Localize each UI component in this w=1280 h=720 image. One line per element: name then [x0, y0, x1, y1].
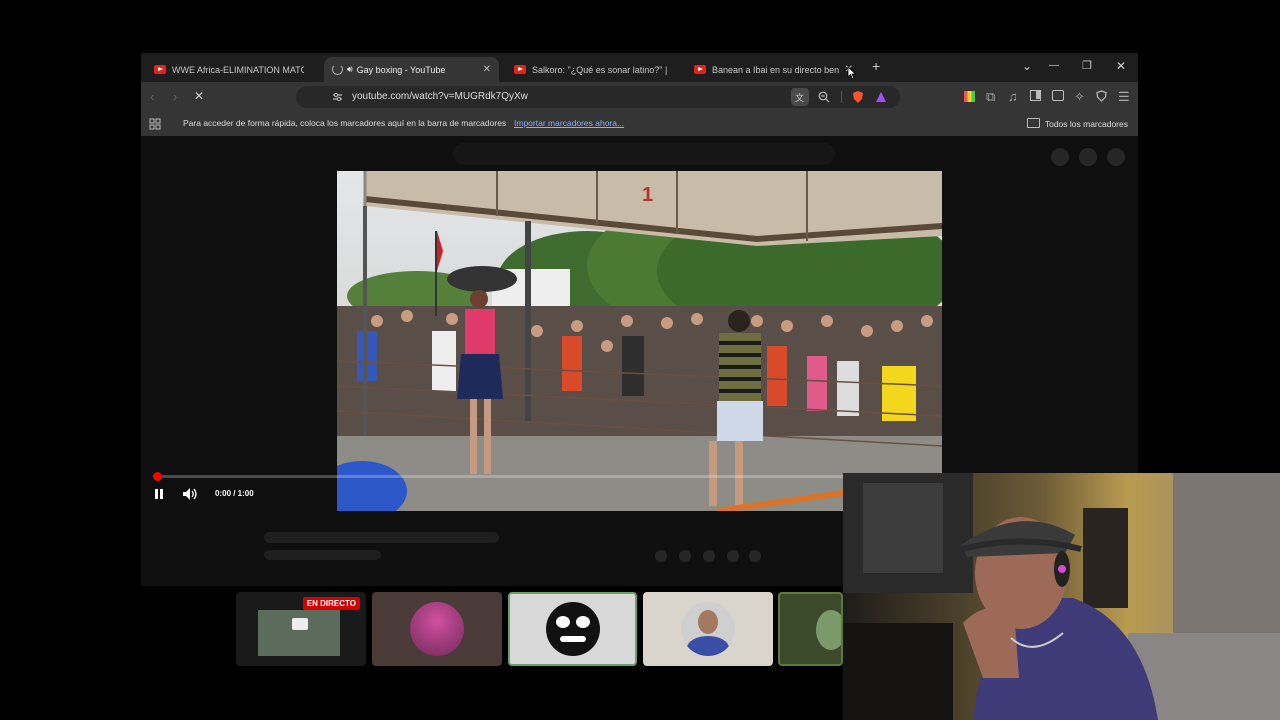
subtitle-skeleton	[264, 550, 381, 560]
tab-strip: WWE Africa-ELIMINATION MATCH 🔊︎ Gay boxi…	[141, 53, 1138, 82]
pause-icon	[155, 489, 158, 499]
tab-wwe-africa[interactable]: WWE Africa-ELIMINATION MATCH	[146, 57, 312, 82]
tab-title: WWE Africa-ELIMINATION MATCH	[172, 64, 304, 75]
all-bookmarks-label: Todos los marcadores	[1044, 119, 1128, 129]
action-dot	[749, 550, 761, 562]
audio-playing-icon[interactable]: 🔊︎	[347, 64, 353, 75]
sidebar-icon[interactable]	[1030, 90, 1041, 101]
action-dot	[727, 550, 739, 562]
tab-title: Salkoro: "¿Qué es sonar latino?" | En	[532, 64, 668, 75]
menu-icon[interactable]: ☰	[1118, 89, 1130, 105]
thumbnail-green[interactable]	[778, 592, 843, 666]
tent-number-sign: 1	[642, 184, 653, 206]
thumbnail-live-stream[interactable]: EN DIRECTO	[236, 592, 366, 666]
close-tab-icon[interactable]: ✕	[483, 64, 491, 75]
folder-icon	[1026, 118, 1040, 128]
loading-spinner-icon	[332, 64, 343, 75]
minimize-button[interactable]: —	[1049, 60, 1059, 71]
address-bar[interactable]: youtube.com/watch?v=MUGRdk7QyXw 文	[296, 86, 900, 108]
mouse-cursor-icon	[847, 66, 857, 80]
avatar	[681, 602, 735, 656]
avatar	[546, 602, 600, 656]
title-skeleton	[264, 532, 499, 543]
tab-salkoro[interactable]: Salkoro: "¿Qué es sonar latino?" | En	[506, 57, 676, 82]
url-text: youtube.com/watch?v=MUGRdk7QyXw	[352, 91, 528, 102]
tab-title: Banean a Ibai en su directo ben	[712, 64, 839, 75]
search-skeleton	[453, 143, 835, 165]
forward-icon[interactable]: ›	[173, 89, 177, 104]
bookmarks-bar: Para acceder de forma rápida, coloca los…	[141, 112, 1138, 136]
header-dot	[1051, 148, 1069, 166]
leo-ai-icon[interactable]: ✧	[1074, 89, 1085, 105]
music-icon[interactable]: ♫	[1008, 89, 1018, 104]
restore-button[interactable]: ❐	[1082, 59, 1092, 72]
video-frame[interactable]: 1	[337, 171, 942, 511]
webcam-feed	[843, 473, 1280, 720]
thumbnail-preview	[258, 610, 340, 656]
tab-gay-boxing[interactable]: 🔊︎ Gay boxing - YouTube ✕	[324, 57, 499, 82]
translate-icon[interactable]: 文	[791, 88, 809, 106]
new-tab-button[interactable]: +	[872, 58, 880, 74]
tab-search-dropdown-icon[interactable]: ⌄	[1022, 59, 1032, 73]
brave-rewards-icon[interactable]	[875, 91, 887, 103]
thumbnail-person-avatar[interactable]	[643, 592, 773, 666]
video-scene: 1	[337, 171, 942, 511]
zoom-icon[interactable]	[818, 91, 830, 103]
thumbnail-joker-avatar[interactable]	[508, 592, 637, 666]
header-dot	[1107, 148, 1125, 166]
live-badge: EN DIRECTO	[302, 597, 360, 610]
thumbnail-pink-avatar[interactable]	[372, 592, 502, 666]
wallet-icon[interactable]	[1052, 90, 1064, 101]
action-dot	[703, 550, 715, 562]
action-dot	[655, 550, 667, 562]
youtube-icon	[154, 65, 166, 74]
all-bookmarks-button[interactable]: Todos los marcadores	[1026, 118, 1128, 129]
apps-grid-icon[interactable]	[149, 118, 161, 130]
time-display: 0:00 / 1:00	[215, 489, 254, 498]
brave-shields-icon[interactable]	[852, 90, 864, 104]
close-window-button[interactable]: ✕	[1116, 59, 1126, 73]
volume-icon[interactable]	[182, 487, 197, 501]
header-dot	[1079, 148, 1097, 166]
pause-button[interactable]	[154, 488, 165, 500]
avatar	[410, 602, 464, 656]
bookmarks-prompt: Para acceder de forma rápida, coloca los…	[183, 118, 507, 128]
navigation-toolbar: ‹ › ✕ youtube.com/watch?v=MUGRdk7QyXw 文	[141, 82, 1138, 112]
webcam-overlay	[843, 473, 1280, 720]
progress-bar-track[interactable]	[154, 475, 844, 478]
youtube-icon	[514, 65, 526, 74]
vpn-icon[interactable]	[1096, 90, 1107, 102]
back-icon[interactable]: ‹	[150, 89, 154, 104]
tab-banean-ibai[interactable]: Banean a Ibai en su directo ben ✕	[686, 57, 861, 82]
divider	[841, 91, 842, 103]
site-settings-icon[interactable]	[332, 92, 343, 102]
stop-loading-icon[interactable]: ✕	[194, 89, 204, 103]
extension-colorful-icon[interactable]	[964, 91, 975, 102]
extensions-icon[interactable]: ⧉	[986, 89, 995, 105]
import-bookmarks-link[interactable]: Importar marcadores ahora...	[514, 118, 624, 128]
action-dot	[679, 550, 691, 562]
tab-title: Gay boxing - YouTube	[356, 64, 446, 75]
avatar	[816, 610, 841, 650]
youtube-icon	[694, 65, 706, 74]
